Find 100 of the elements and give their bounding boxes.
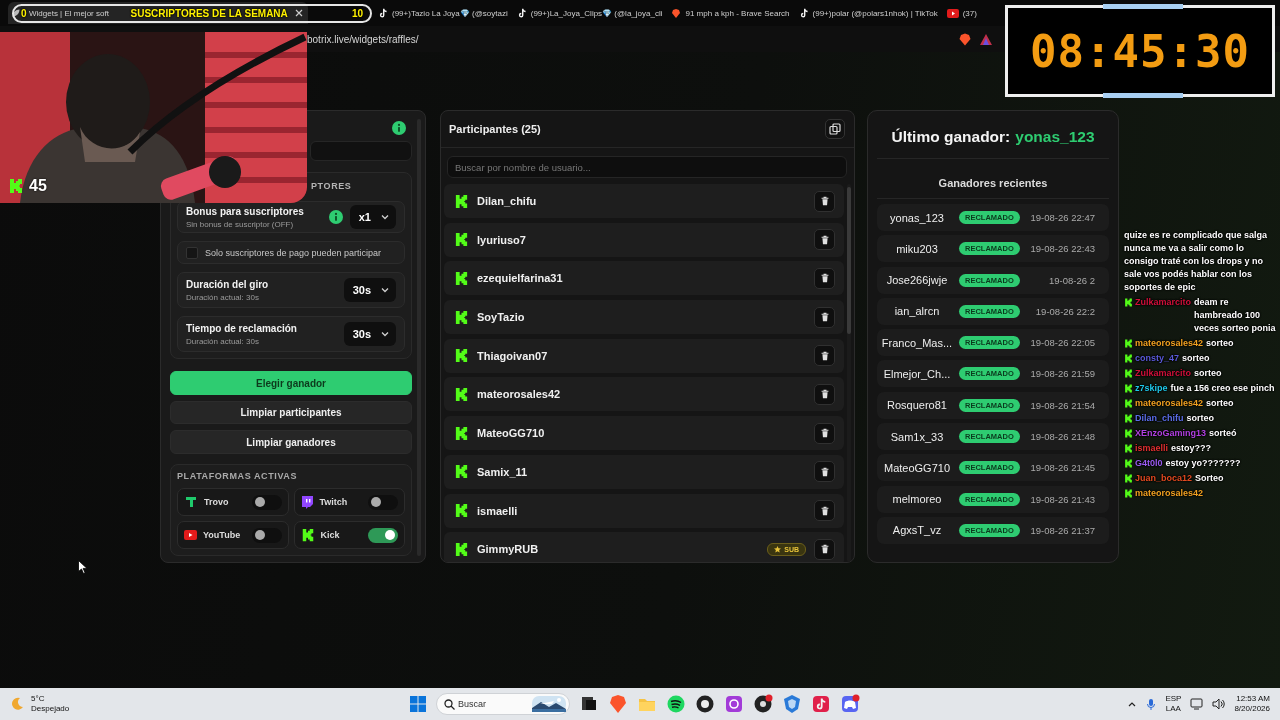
- participant-row[interactable]: ezequielfarina31: [444, 261, 844, 296]
- kick-icon: [300, 528, 315, 542]
- keyboard-layout[interactable]: LAA: [1165, 704, 1181, 714]
- close-icon[interactable]: [295, 9, 303, 17]
- kick-icon: [1124, 384, 1133, 393]
- windows-icon[interactable]: [409, 695, 427, 713]
- dropdown[interactable]: x1: [349, 205, 396, 230]
- browser-tab[interactable]: (99+)polar (@polars1nhok) | TikTok: [794, 2, 943, 24]
- search-field[interactable]: Buscar por nombre de usuario...: [447, 156, 847, 178]
- camera-icon[interactable]: [724, 694, 744, 714]
- toggle-switch[interactable]: [251, 494, 282, 510]
- username: Jose266jwje: [885, 274, 949, 287]
- username: Rosquero81: [886, 399, 948, 412]
- participant-row[interactable]: ismaelli: [444, 493, 844, 528]
- emblem-icon[interactable]: [782, 694, 802, 714]
- timestamp: 19-08-26 21:54: [1030, 399, 1095, 411]
- clock-date[interactable]: 8/20/2026: [1234, 704, 1270, 714]
- winner-label: Último ganador:: [891, 127, 1011, 147]
- username: SoyTazio: [477, 311, 526, 324]
- kick-icon: [454, 270, 469, 286]
- play-icon: [184, 530, 197, 540]
- kick-icon: [454, 232, 469, 248]
- username: MateoGG710: [882, 461, 951, 474]
- username: Samix_11: [477, 465, 529, 478]
- kick-icon: [1124, 414, 1133, 423]
- info-icon[interactable]: [328, 210, 343, 225]
- participant-row[interactable]: lyuriuso7: [444, 222, 844, 257]
- delete-button[interactable]: [814, 422, 835, 444]
- chat-message: estoy???: [1171, 442, 1213, 455]
- microphone-icon[interactable]: [1146, 697, 1157, 711]
- delete-button[interactable]: [814, 461, 835, 483]
- chat-username: Zulkamarcito: [1135, 367, 1192, 380]
- music-note-icon[interactable]: [811, 694, 831, 714]
- toggle-switch[interactable]: [251, 527, 282, 543]
- delete-button[interactable]: [814, 538, 835, 560]
- delete-button[interactable]: [814, 306, 835, 328]
- participant-row[interactable]: MateoGG710: [444, 416, 844, 451]
- chat-message: sorteó: [1209, 427, 1238, 440]
- setting-label: Tiempo de reclamación: [186, 322, 298, 334]
- monitor-icon[interactable]: [1190, 698, 1204, 710]
- language-code[interactable]: ESP: [1165, 694, 1182, 704]
- setting-label: Duración del giro: [186, 278, 270, 290]
- chat-message: estoy yo???????: [1165, 457, 1242, 470]
- speaker-icon[interactable]: [1212, 698, 1226, 710]
- copy-button[interactable]: [825, 119, 845, 139]
- section-title: PLATAFORMAS ACTIVAS: [177, 471, 299, 481]
- dropdown[interactable]: 30s: [343, 278, 396, 303]
- delete-button[interactable]: [814, 500, 835, 521]
- shield-icon[interactable]: [608, 694, 628, 714]
- checkbox[interactable]: [186, 246, 198, 259]
- delete-button[interactable]: [814, 383, 835, 405]
- delete-button[interactable]: [814, 190, 835, 212]
- timestamp: 19-08-26 21:45: [1030, 462, 1095, 474]
- toggle-switch[interactable]: [368, 527, 398, 543]
- gamepad-icon[interactable]: [840, 694, 860, 714]
- browser-tab[interactable]: (37): [942, 2, 982, 24]
- timestamp: 19-08-26 22:2: [1035, 305, 1095, 317]
- clear-button[interactable]: Limpiar participantes: [170, 400, 412, 425]
- participant-row[interactable]: Thiagoivan07: [444, 338, 844, 373]
- pick-winner-button[interactable]: Elegir ganador: [170, 371, 412, 395]
- kick-icon: [454, 309, 469, 325]
- toggle-switch[interactable]: [368, 494, 398, 510]
- delete-button[interactable]: [814, 345, 835, 367]
- platform-name: Kick: [320, 530, 341, 540]
- participant-row[interactable]: SoyTazio: [444, 300, 844, 335]
- kick-icon: [1124, 429, 1133, 438]
- checkbox-label: Solo suscriptores de pago pueden participar: [205, 247, 382, 258]
- username: miku203: [895, 242, 939, 255]
- leaf-icon: [12, 9, 20, 17]
- username: Elmejor_Ch...: [882, 368, 952, 380]
- participant-row[interactable]: mateorosales42: [444, 377, 844, 412]
- trovo-icon: [184, 495, 198, 509]
- record-icon[interactable]: [753, 694, 773, 714]
- chat-message: sorteo: [1194, 367, 1223, 380]
- dropdown[interactable]: 30s: [343, 322, 396, 347]
- shield-icon[interactable]: [959, 32, 971, 46]
- username: ezequielfarina31: [477, 272, 564, 285]
- delete-button[interactable]: [814, 267, 835, 289]
- kick-icon: [1124, 489, 1133, 498]
- chat-username: mateorosales42: [1135, 337, 1204, 350]
- delete-button[interactable]: [814, 229, 835, 251]
- info-icon[interactable]: [392, 120, 406, 135]
- timestamp: 19-08-26 21:37: [1030, 524, 1095, 536]
- participant-row[interactable]: Dilan_chifu: [444, 184, 844, 218]
- username: lyuriuso7: [477, 233, 527, 246]
- kick-icon: [8, 178, 24, 194]
- clock-time[interactable]: 12:53 AM: [1236, 694, 1270, 704]
- timer-text: 08:45:30: [1030, 25, 1250, 77]
- chat-message: Sorteo: [1195, 472, 1225, 485]
- browser-tab[interactable]: 91 mph a kph - Brave Search: [667, 2, 795, 24]
- browser-tab[interactable]: (99+)Tazio La Joya💎 (@soytazi: [374, 2, 513, 24]
- app-icon[interactable]: [695, 694, 715, 714]
- participant-row[interactable]: Samix_11: [444, 454, 844, 489]
- kick-icon: [1124, 339, 1133, 348]
- browser-tab[interactable]: (99+)La_Joya_Clips💎 (@la_joya_cli: [512, 2, 668, 24]
- sound-waves-icon[interactable]: [666, 694, 686, 714]
- clear-button[interactable]: Limpiar ganadores: [170, 430, 412, 454]
- music-note-icon: [378, 8, 388, 18]
- username: MateoGG710: [477, 427, 546, 440]
- triangle-icon[interactable]: [980, 33, 992, 45]
